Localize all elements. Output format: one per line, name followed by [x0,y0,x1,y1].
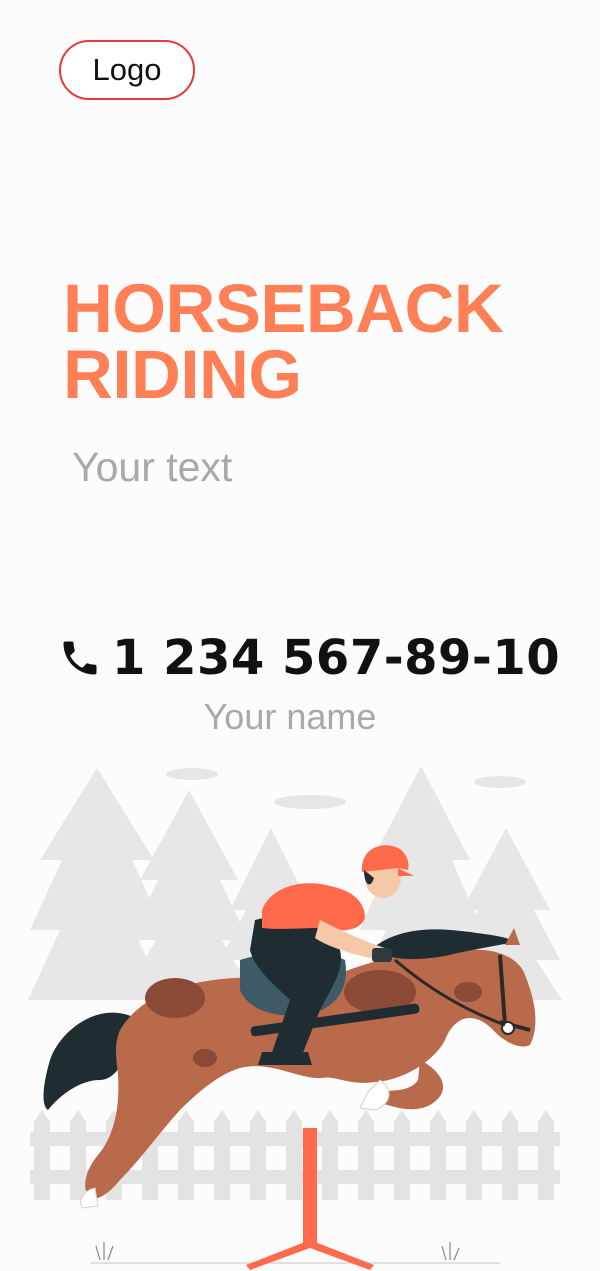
title-line-2: RIDING [63,336,302,413]
page-title: HORSEBACK RIDING [63,270,583,413]
phone-number[interactable]: 1 234 567-89-10 [112,630,560,686]
subtitle-text: Your text [72,444,233,490]
horse-rider-illustration [28,766,562,1270]
contact-name: Your name [203,696,377,737]
clouds [166,768,526,809]
phone-icon [63,641,97,675]
logo-badge[interactable]: Logo [59,40,195,100]
phone-contact[interactable]: 1 234 567-89-10 [58,630,560,686]
title-line-1: HORSEBACK [63,270,504,347]
